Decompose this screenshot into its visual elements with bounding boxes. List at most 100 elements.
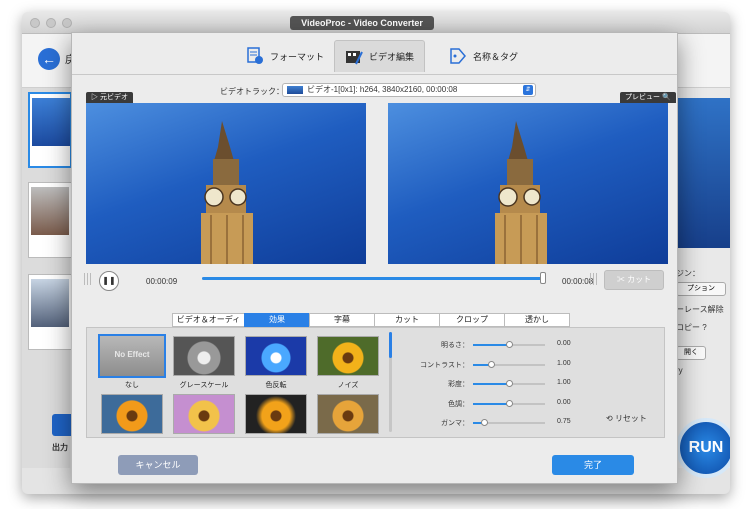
adjustment-slider-fill <box>473 383 509 385</box>
adjustment-value: 0.75 <box>557 418 571 425</box>
effect-label: ノイズ <box>337 382 359 389</box>
cancel-button[interactable]: キャンセル <box>118 455 198 475</box>
effect-none-thumb-text: No Effect <box>114 350 150 359</box>
adjustment-value: 0.00 <box>557 340 571 347</box>
tab-subtitles[interactable]: 字幕 <box>309 313 375 327</box>
adjustment-slider-handle[interactable] <box>488 360 495 368</box>
playback-controls: ❚❚ 00:00:09 00:00:08 ✂ カット <box>82 269 669 295</box>
video-track-label: ビデオトラック： <box>220 87 284 96</box>
adjustment-slider-handle[interactable] <box>506 341 513 348</box>
option-button[interactable]: プション <box>676 282 726 296</box>
effect-thumbnail[interactable] <box>101 394 163 434</box>
tab-name-tag[interactable]: 名称＆タグ <box>439 40 528 72</box>
effect-thumbnail[interactable] <box>317 394 379 434</box>
tab-crop[interactable]: クロップ <box>439 313 505 327</box>
run-button[interactable]: RUN <box>676 418 730 478</box>
file-thumbnail[interactable] <box>28 274 72 350</box>
right-panel-text: ーレース解除 <box>676 305 724 314</box>
effect-none[interactable]: No Effect <box>98 334 166 378</box>
effect-label: 色反転 <box>265 382 287 389</box>
file-thumbnail[interactable] <box>28 92 72 168</box>
right-preview-image <box>672 98 730 248</box>
video-track-value: ビデオ-1[0x1]: h264, 3840x2160, 00:00:08 <box>307 85 458 94</box>
drag-grip-icon[interactable] <box>590 273 598 285</box>
adjustment-slider-track[interactable] <box>509 344 545 346</box>
adjustment-slider-track[interactable] <box>509 402 545 405</box>
seek-bar[interactable] <box>202 272 546 284</box>
reset-icon: ⟲ <box>606 414 613 423</box>
scissors-icon: ✂ <box>616 275 625 284</box>
film-thumbnail-icon <box>287 86 303 94</box>
tab-format[interactable]: フォーマット <box>236 40 334 72</box>
close-window-icon[interactable] <box>30 18 40 28</box>
adjustment-slider-fill <box>473 344 509 346</box>
adjustment-slider-handle[interactable] <box>506 380 513 387</box>
seek-progress <box>202 277 543 280</box>
end-time: 00:00:08 <box>562 277 594 286</box>
file-list-panel <box>22 88 72 468</box>
tab-cut[interactable]: カット <box>374 313 440 327</box>
edit-dialog: フォーマット ビデオ編集 名称＆タグ ビデオトラック： ビデオ-1[0x1]: … <box>71 32 678 484</box>
tab-video-edit[interactable]: ビデオ編集 <box>334 40 426 72</box>
edit-sub-tabs: ビデオ＆オーディオ 効果 字幕 カット クロップ 透かし <box>172 313 570 336</box>
window-title: VideoProc - Video Converter <box>290 16 434 30</box>
tab-effects[interactable]: 効果 <box>244 313 310 327</box>
done-button[interactable]: 完了 <box>552 455 634 475</box>
adjustment-slider-fill <box>473 402 509 405</box>
tab-video-audio[interactable]: ビデオ＆オーディオ <box>172 313 245 336</box>
pause-icon: ❚❚ <box>102 276 116 285</box>
right-panel-text: ジン： <box>676 269 700 278</box>
video-track-row: ビデオトラック： ビデオ-1[0x1]: h264, 3840x2160, 00… <box>72 83 677 99</box>
adjustment-label: 色調： <box>448 400 469 408</box>
tab-name-tag-label: 名称＆タグ <box>473 51 519 62</box>
adjustment-label: 明るさ： <box>441 342 469 349</box>
reset-button[interactable]: ⟲ リセット <box>606 413 647 424</box>
effect-label: グレースケール <box>179 382 229 389</box>
preview-video[interactable] <box>388 103 668 264</box>
preview-tag: プレビュー 🔍 <box>620 92 676 103</box>
effects-scrollbar[interactable] <box>389 332 392 432</box>
effects-panel: No Effect なし グレースケール 色反転 ノイズ 明るさ： 0.00 コント… <box>86 327 665 438</box>
effect-label: なし <box>125 382 139 389</box>
pause-button[interactable]: ❚❚ <box>99 271 119 291</box>
adjustment-value: 1.00 <box>557 379 571 386</box>
video-track-select[interactable]: ビデオ-1[0x1]: h264, 3840x2160, 00:00:08 ⇵ <box>282 83 536 97</box>
format-icon <box>246 47 264 65</box>
drag-grip-icon[interactable] <box>84 273 92 285</box>
output-label: 出力 <box>52 443 68 452</box>
adjustment-label: ガンマ： <box>441 420 469 427</box>
effect-invert[interactable] <box>245 336 307 376</box>
effects-scroll-thumb[interactable] <box>389 332 392 358</box>
file-thumbnail[interactable] <box>28 182 72 258</box>
cut-button[interactable]: ✂ カット <box>604 270 664 290</box>
open-button[interactable]: 開く <box>676 346 706 360</box>
right-panel: ジン： プション ーレース解除 コピー ? 開く ry <box>672 88 730 468</box>
tab-video-edit-label: ビデオ編集 <box>369 52 415 62</box>
adjustment-slider-handle[interactable] <box>480 419 488 426</box>
adjustment-label: コントラスト： <box>420 361 469 369</box>
seek-handle[interactable] <box>539 272 546 284</box>
screen: VideoProc - Video Converter ← 戻 ジン： プション… <box>0 0 750 509</box>
adjustment-slider-track[interactable] <box>483 422 545 424</box>
back-button[interactable]: ← <box>38 48 60 70</box>
adjustment-slider-track[interactable] <box>509 383 545 385</box>
adjustment-label: 彩度： <box>448 381 469 388</box>
effect-grayscale[interactable] <box>173 336 235 376</box>
tab-watermark[interactable]: 透かし <box>504 313 570 327</box>
adjustment-slider-track[interactable] <box>491 363 545 366</box>
clock-tower-image <box>201 121 253 264</box>
main-titlebar: VideoProc - Video Converter <box>22 12 730 34</box>
adjustment-slider-handle[interactable] <box>506 399 513 407</box>
adjustment-value: 1.00 <box>557 359 571 367</box>
effect-thumbnail[interactable] <box>173 394 235 434</box>
zoom-window-icon[interactable] <box>62 18 72 28</box>
clock-tower-image <box>495 121 547 264</box>
video-edit-icon <box>345 48 363 66</box>
adjustment-value: 0.00 <box>557 398 571 406</box>
source-video[interactable] <box>86 103 366 264</box>
effect-noise[interactable] <box>317 336 379 376</box>
current-time: 00:00:09 <box>146 277 178 286</box>
effect-thumbnail[interactable] <box>245 394 307 434</box>
tab-format-label: フォーマット <box>270 51 325 62</box>
minimize-window-icon[interactable] <box>46 18 56 28</box>
